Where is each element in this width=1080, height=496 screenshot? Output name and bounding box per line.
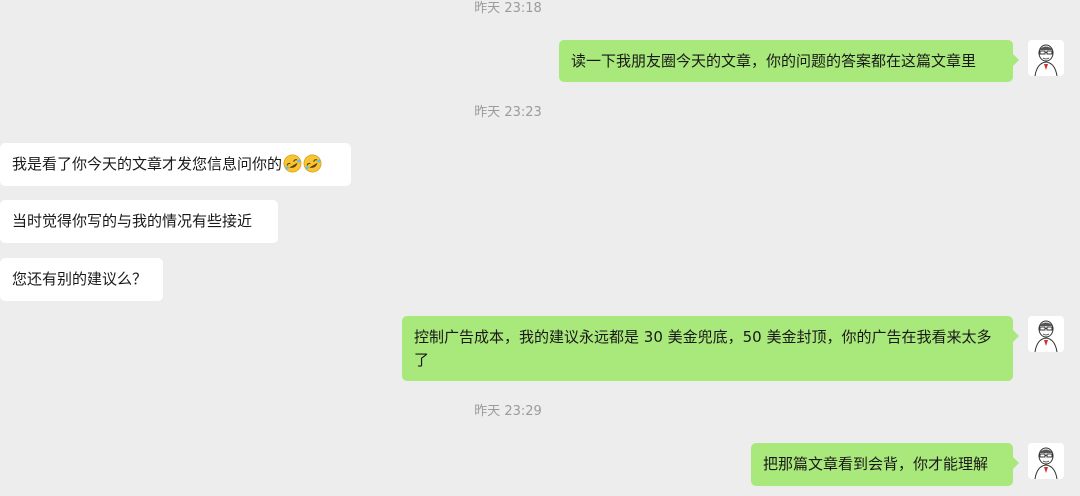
rolling-laughing-emoji-icon — [283, 154, 302, 173]
message-bubble-outgoing[interactable]: 把那篇文章看到会背，你才能理解 — [751, 443, 1019, 486]
message-text: 您还有别的建议么？ — [12, 270, 148, 288]
avatar[interactable] — [1028, 443, 1064, 479]
message-bubble-incoming[interactable]: 我是看了你今天的文章才发您信息问你的 — [0, 143, 351, 186]
message-text: 控制广告成本，我的建议永远都是 30 美金兜底，50 美金封顶，你的广告在我看来… — [414, 328, 992, 369]
timestamp: 昨天 23:23 — [474, 105, 542, 120]
message-bubble-incoming[interactable]: 当时觉得你写的与我的情况有些接近 — [0, 200, 278, 243]
message-text: 我是看了你今天的文章才发您信息问你的 — [12, 155, 283, 173]
message-text: 把那篇文章看到会背，你才能理解 — [763, 455, 989, 473]
timestamp: 昨天 23:29 — [474, 404, 542, 419]
cartoon-man-avatar-icon — [1028, 443, 1064, 479]
cartoon-man-avatar-icon — [1028, 316, 1064, 352]
message-bubble-outgoing[interactable]: 读一下我朋友圈今天的文章，你的问题的答案都在这篇文章里 — [559, 40, 1019, 82]
message-text: 读一下我朋友圈今天的文章，你的问题的答案都在这篇文章里 — [571, 52, 977, 70]
message-bubble-incoming[interactable]: 您还有别的建议么？ — [0, 258, 163, 301]
message-text: 当时觉得你写的与我的情况有些接近 — [12, 212, 253, 230]
cartoon-man-avatar-icon — [1028, 40, 1064, 76]
message-bubble-outgoing[interactable]: 控制广告成本，我的建议永远都是 30 美金兜底，50 美金封顶，你的广告在我看来… — [402, 316, 1019, 381]
rolling-laughing-emoji-icon — [303, 154, 322, 173]
avatar[interactable] — [1028, 40, 1064, 76]
avatar[interactable] — [1028, 316, 1064, 352]
timestamp: 昨天 23:18 — [474, 1, 542, 16]
